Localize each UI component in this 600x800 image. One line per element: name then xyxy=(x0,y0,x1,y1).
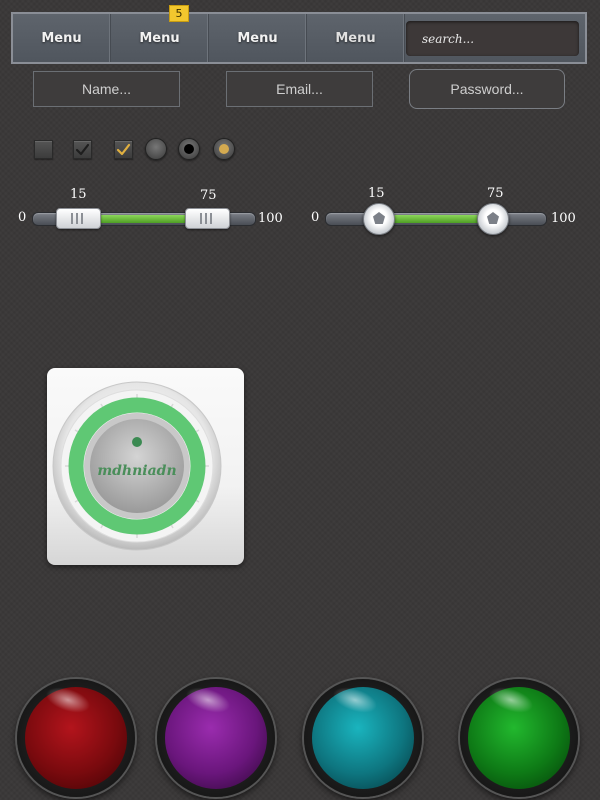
nav-item-label: Menu xyxy=(335,30,376,46)
knob-label: mdhniadn xyxy=(97,463,177,479)
checkbox-checked-gold[interactable] xyxy=(114,140,133,159)
slider-thumb-low[interactable] xyxy=(363,203,395,235)
slider-max-label: 100 xyxy=(551,211,576,226)
slider-max-label: 100 xyxy=(258,211,283,226)
radio-selected-gold[interactable] xyxy=(213,138,235,160)
orb-button-purple[interactable] xyxy=(157,679,275,797)
orb-button-red[interactable] xyxy=(17,679,135,797)
radio-dot xyxy=(184,144,194,154)
notification-badge: 5 xyxy=(169,5,189,22)
slider-high-value: 75 xyxy=(200,188,217,203)
checkbox-unchecked[interactable] xyxy=(34,140,53,159)
radio-selected-black[interactable] xyxy=(178,138,200,160)
orb-button-teal[interactable] xyxy=(304,679,422,797)
nav-item-4[interactable]: Menu xyxy=(307,14,405,62)
slider-min-label: 0 xyxy=(311,210,320,225)
check-icon xyxy=(75,143,90,156)
nav-item-label: Menu xyxy=(237,30,278,46)
slider-thumb-high[interactable] xyxy=(477,203,509,235)
slider-low-value: 15 xyxy=(70,187,87,202)
slider-track-right xyxy=(325,212,547,226)
name-field[interactable] xyxy=(33,71,180,107)
nav-item-3[interactable]: Menu xyxy=(209,14,307,62)
knob-card: mdhniadn xyxy=(47,368,244,565)
slider-high-value: 75 xyxy=(487,186,504,201)
search-box xyxy=(406,21,579,56)
check-icon xyxy=(116,143,131,156)
pentagon-icon xyxy=(487,212,499,224)
nav-item-label: Menu xyxy=(41,30,82,46)
slider-low-value: 15 xyxy=(368,186,385,201)
slider-min-label: 0 xyxy=(18,210,27,225)
radio-dot xyxy=(219,144,229,154)
nav-item-2[interactable]: Menu 5 xyxy=(111,5,209,62)
email-field[interactable] xyxy=(226,71,373,107)
radio-unselected[interactable] xyxy=(145,138,167,160)
nav-bar: Menu Menu 5 Menu Menu xyxy=(11,5,587,64)
pentagon-icon xyxy=(373,212,385,224)
nav-item-label: Menu xyxy=(139,30,180,46)
orb-button-green[interactable] xyxy=(460,679,578,797)
slider-range xyxy=(380,215,492,223)
checkbox-checked-dark[interactable] xyxy=(73,140,92,159)
slider-thumb-low[interactable] xyxy=(56,208,101,229)
search-input[interactable] xyxy=(406,21,579,56)
slider-thumb-high[interactable] xyxy=(185,208,230,229)
nav-item-1[interactable]: Menu xyxy=(13,14,111,62)
password-field[interactable] xyxy=(409,69,565,109)
